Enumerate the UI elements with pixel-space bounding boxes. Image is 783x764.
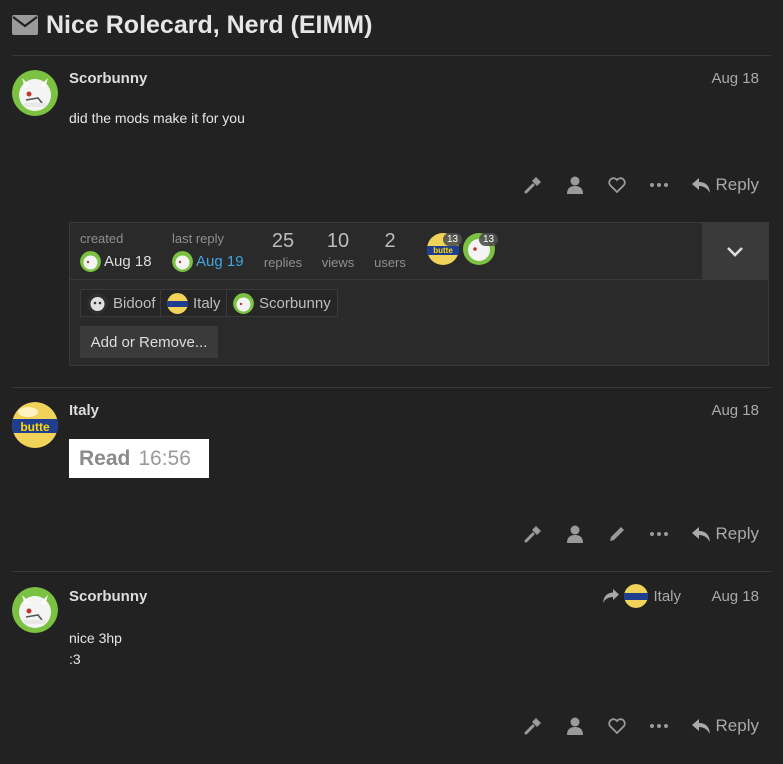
reply-label: Reply [715,716,759,735]
image-time: 16:56 [138,446,191,470]
reply-label: Reply [715,175,759,194]
reply-icon [691,718,710,734]
avatar [172,251,193,272]
avatar[interactable] [12,70,58,116]
post-date[interactable]: Aug 18 [711,70,759,87]
post-image[interactable]: Read 16:56 [69,439,209,478]
more-button[interactable] [638,170,680,200]
users-count: 2 [384,230,396,252]
last-reply-label: last reply [172,231,225,246]
reply-icon [691,526,710,542]
like-button[interactable] [596,711,638,741]
wrench-icon [524,718,541,735]
post-actions: Reply [512,170,759,200]
avatar [87,292,108,314]
post-line: :3 [69,651,81,667]
participant-name: Bidoof [113,294,156,312]
admin-button[interactable] [512,519,554,549]
divider [70,279,768,280]
participant-chip[interactable]: Italy [160,289,228,317]
edit-button[interactable] [596,519,638,549]
post-line: nice 3hp [69,630,122,646]
topic-map-summary[interactable]: created Aug 18 last reply Aug 19 25 repl… [70,223,703,279]
post-body: did the mods make it for you [69,108,245,129]
views-count: 10 [326,230,350,252]
post-date[interactable]: Aug 18 [711,588,759,605]
wrench-icon [524,526,541,543]
svg-text:butte: butte [433,246,453,255]
participant-chip[interactable]: Scorbunny [226,289,338,317]
svg-text:butte: butte [20,420,50,434]
avatar[interactable]: butte [12,402,58,448]
reply-button[interactable]: Reply [691,524,759,544]
image-word: Read [79,446,131,470]
reply-button[interactable]: Reply [691,716,759,736]
share-arrow-icon [603,589,620,603]
user-icon [566,176,583,194]
admin-button[interactable] [512,170,554,200]
reply-to-username: Italy [653,587,681,605]
ellipsis-icon [649,532,668,536]
post-username[interactable]: Scorbunny [69,70,147,87]
participant-count: 13 [479,233,499,246]
avatar [233,292,254,314]
avatar [624,584,649,608]
participant-name: Scorbunny [259,294,331,312]
ellipsis-icon [649,183,668,187]
participant-chip[interactable]: Bidoof [80,289,163,317]
ellipsis-icon [649,724,668,728]
heart-icon [607,718,626,734]
users-label: users [374,255,406,270]
reply-to-link[interactable]: Italy [603,584,681,608]
reply-icon [691,177,710,193]
replies-count: 25 [271,230,295,252]
reply-label: Reply [715,524,759,543]
topic-title: Nice Rolecard, Nerd (EIMM) [12,9,372,41]
page-title[interactable]: Nice Rolecard, Nerd (EIMM) [46,11,372,40]
like-button[interactable] [596,170,638,200]
user-button[interactable] [554,519,596,549]
post-actions: Reply [512,711,759,741]
user-icon [566,717,583,735]
participant-count: 13 [443,233,463,246]
avatar [167,292,188,314]
envelope-icon [12,15,38,35]
last-reply-date[interactable]: Aug 19 [196,253,244,270]
divider [12,55,771,56]
pencil-icon [609,527,624,541]
topic-map: created Aug 18 last reply Aug 19 25 repl… [69,222,769,366]
replies-label: replies [263,255,303,270]
created-label: created [80,231,124,246]
user-button[interactable] [554,170,596,200]
user-button[interactable] [554,711,596,741]
views-label: views [321,255,355,270]
expand-button[interactable] [702,223,768,279]
post-actions: Reply [512,519,759,549]
post-date[interactable]: Aug 18 [711,402,759,419]
participant-name: Italy [193,294,221,312]
user-icon [566,525,583,543]
divider [12,387,771,388]
post-body: nice 3hp :3 [69,628,122,670]
reply-button[interactable]: Reply [691,175,759,195]
more-button[interactable] [638,519,680,549]
avatar [80,251,101,272]
avatar[interactable] [12,587,58,633]
divider [12,571,771,572]
heart-icon [607,177,626,193]
post-username[interactable]: Italy [69,402,99,419]
post-username[interactable]: Scorbunny [69,588,147,605]
more-button[interactable] [638,711,680,741]
participant-avatar[interactable]: butte 13 [427,233,463,265]
admin-button[interactable] [512,711,554,741]
wrench-icon [524,177,541,194]
participant-avatar[interactable]: 13 [463,233,499,265]
add-remove-button[interactable]: Add or Remove... [80,326,218,358]
created-date: Aug 18 [104,253,152,270]
chevron-down-icon [727,246,743,257]
post-line: did the mods make it for you [69,110,245,126]
